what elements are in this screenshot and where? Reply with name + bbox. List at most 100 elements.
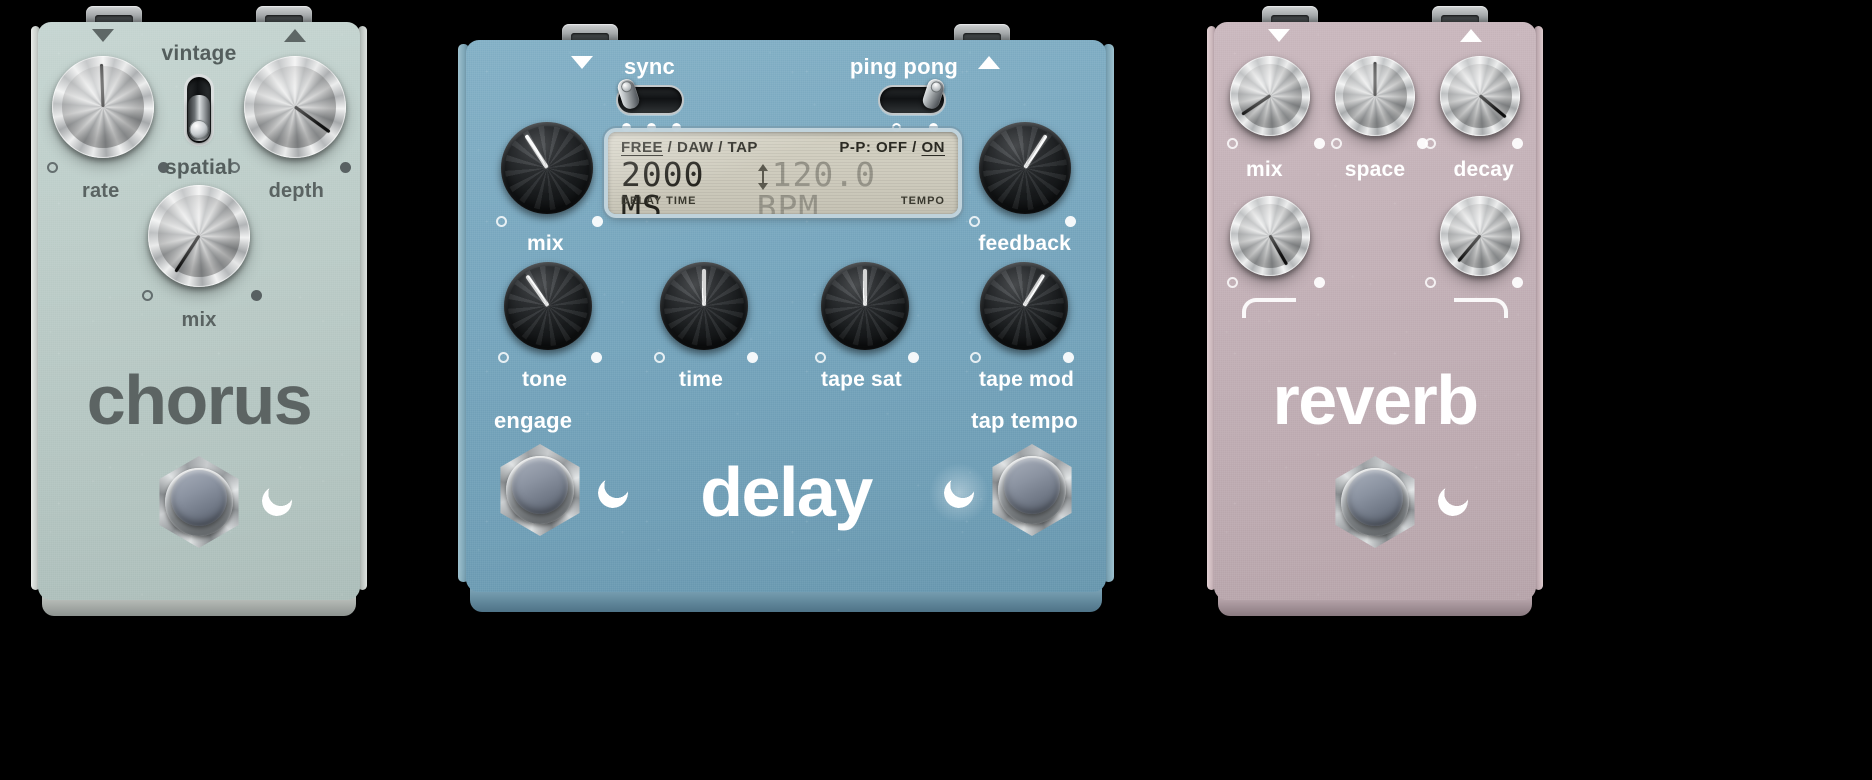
knob-tape-mod-label: tape mod — [979, 368, 1074, 391]
footswitch-cap — [1004, 458, 1060, 514]
knob-time-pointer — [702, 269, 706, 306]
toggle-pingpong-pos-on — [929, 123, 938, 132]
knob-mix-min-marker — [1227, 138, 1238, 149]
knob-mix-pointer — [174, 235, 201, 273]
moon-glyph — [940, 474, 978, 512]
toggle-mode[interactable] — [184, 74, 214, 146]
knob-mix-cap — [158, 195, 240, 277]
pedal-chorus[interactable]: rate depth vintage spatial mix chorus — [31, 6, 367, 616]
knob-decay[interactable] — [1431, 47, 1529, 145]
knob-aux-right-pointer — [1457, 235, 1482, 263]
toggle-sync-pos-1 — [622, 123, 631, 132]
pedal-delay[interactable]: sync ping pong FREE / DAW / TAP P-P: OFF… — [458, 24, 1114, 612]
pedal-reverb[interactable]: mix space decay reverb — [1207, 6, 1543, 616]
knob-time[interactable] — [654, 256, 754, 356]
knob-feedback-min-marker — [969, 216, 980, 227]
toggle-sync-pos-3 — [672, 123, 681, 132]
lcd-sync-tap: TAP — [727, 139, 758, 156]
knob-mix[interactable] — [495, 116, 599, 220]
knob-aux-left-max-marker — [1314, 277, 1325, 288]
pedal-wordmark-reverb: reverb — [1272, 361, 1479, 439]
knob-depth-pointer — [294, 105, 331, 134]
sep3: / — [907, 139, 922, 156]
knob-time-min-marker — [654, 352, 665, 363]
toggle-mode-top-label: vintage — [161, 42, 237, 65]
toggle-sync-pos-2 — [647, 123, 656, 132]
tap-tempo-footswitch[interactable] — [986, 444, 1078, 536]
knob-depth[interactable] — [235, 47, 355, 167]
knob-tape-sat-max-marker — [908, 352, 919, 363]
toggle-sync-label: sync — [624, 54, 675, 79]
knob-aux-left-pointer — [1268, 235, 1289, 266]
lcd-pingpong-state: P-P: OFF / ON — [839, 139, 945, 156]
knob-mix-label: mix — [527, 232, 564, 255]
crescent-moon-icon-tap-tempo — [928, 462, 990, 524]
knob-mix[interactable] — [139, 176, 259, 296]
knob-mix[interactable] — [1221, 47, 1319, 145]
bypass-footswitch-chorus[interactable] — [153, 456, 245, 548]
moon-glyph — [258, 482, 296, 520]
knob-mix-pointer — [524, 134, 549, 170]
knob-aux-right[interactable] — [1431, 187, 1529, 285]
footswitch-cap — [1347, 470, 1403, 526]
pedalboard-scene: rate depth vintage spatial mix chorus sy… — [0, 0, 1872, 780]
footswitch-tap-tempo-label: tap tempo — [971, 408, 1078, 433]
knob-mix-cap — [1238, 64, 1302, 128]
input-arrow-icon — [92, 29, 114, 42]
knob-space-label: space — [1344, 158, 1406, 181]
knob-space-pointer — [1373, 62, 1377, 96]
footswitch-engage-label: engage — [494, 408, 573, 433]
knob-tone-pointer — [525, 274, 550, 308]
knob-rate-min-marker — [47, 162, 58, 173]
knob-feedback-max-marker — [1065, 216, 1076, 227]
crescent-moon-icon-chorus — [258, 482, 296, 520]
toggle-sync[interactable] — [615, 77, 684, 115]
knob-decay-cap — [1448, 64, 1512, 128]
knob-rate-pointer — [100, 64, 105, 108]
knob-tone-min-marker — [498, 352, 509, 363]
knob-mix-label: mix — [181, 309, 217, 331]
knob-aux-left[interactable] — [1221, 187, 1319, 285]
crescent-moon-icon-reverb — [1434, 482, 1472, 520]
engage-footswitch[interactable] — [494, 444, 586, 536]
knob-tone-max-marker — [591, 352, 602, 363]
updown-arrows-icon — [757, 164, 770, 190]
knob-tape-mod-min-marker — [970, 352, 981, 363]
knob-rate-label: rate — [82, 180, 120, 202]
knob-decay-min-marker — [1425, 138, 1436, 149]
input-arrow-icon — [571, 56, 593, 69]
output-arrow-icon — [1460, 29, 1482, 42]
knob-decay-label: decay — [1453, 158, 1514, 181]
knob-tape-mod[interactable] — [974, 256, 1074, 356]
knob-tone[interactable] — [498, 256, 598, 356]
knob-tape-mod-pointer — [1022, 273, 1046, 308]
knob-mix-min-marker — [496, 216, 507, 227]
crescent-moon-icon-engage — [594, 474, 632, 512]
knob-aux-right-bracket-icon — [1454, 298, 1508, 318]
knob-tone-label: tone — [522, 368, 568, 391]
knob-mix-pointer — [1241, 94, 1271, 117]
knob-decay-pointer — [1479, 94, 1507, 119]
knob-aux-right-min-marker — [1425, 277, 1436, 288]
sep1: / — [663, 139, 678, 156]
knob-depth-cap — [254, 66, 336, 148]
lcd-delay-time-caption: DELAY TIME — [621, 195, 697, 207]
knob-space[interactable] — [1326, 47, 1424, 145]
knob-feedback[interactable] — [973, 116, 1077, 220]
toggle-pingpong[interactable] — [878, 77, 947, 115]
bypass-footswitch-reverb[interactable] — [1329, 456, 1421, 548]
knob-feedback-label: feedback — [978, 232, 1071, 255]
lcd-pp-on: ON — [921, 139, 945, 156]
knob-feedback-pointer — [1023, 134, 1048, 170]
moon-glyph — [1434, 482, 1472, 520]
lcd-display[interactable]: FREE / DAW / TAP P-P: OFF / ON 2000 MS 1… — [608, 132, 958, 214]
lcd-sync-free: FREE — [621, 139, 664, 156]
knob-aux-left-min-marker — [1227, 277, 1238, 288]
knob-tape-mod-max-marker — [1063, 352, 1074, 363]
toggle-pingpong-pos-off — [892, 123, 901, 132]
knob-tape-sat[interactable] — [815, 256, 915, 356]
knob-mix-max-marker — [1314, 138, 1325, 149]
knob-decay-max-marker — [1512, 138, 1523, 149]
knob-rate[interactable] — [43, 47, 163, 167]
lcd-pp-off: OFF — [875, 139, 908, 156]
